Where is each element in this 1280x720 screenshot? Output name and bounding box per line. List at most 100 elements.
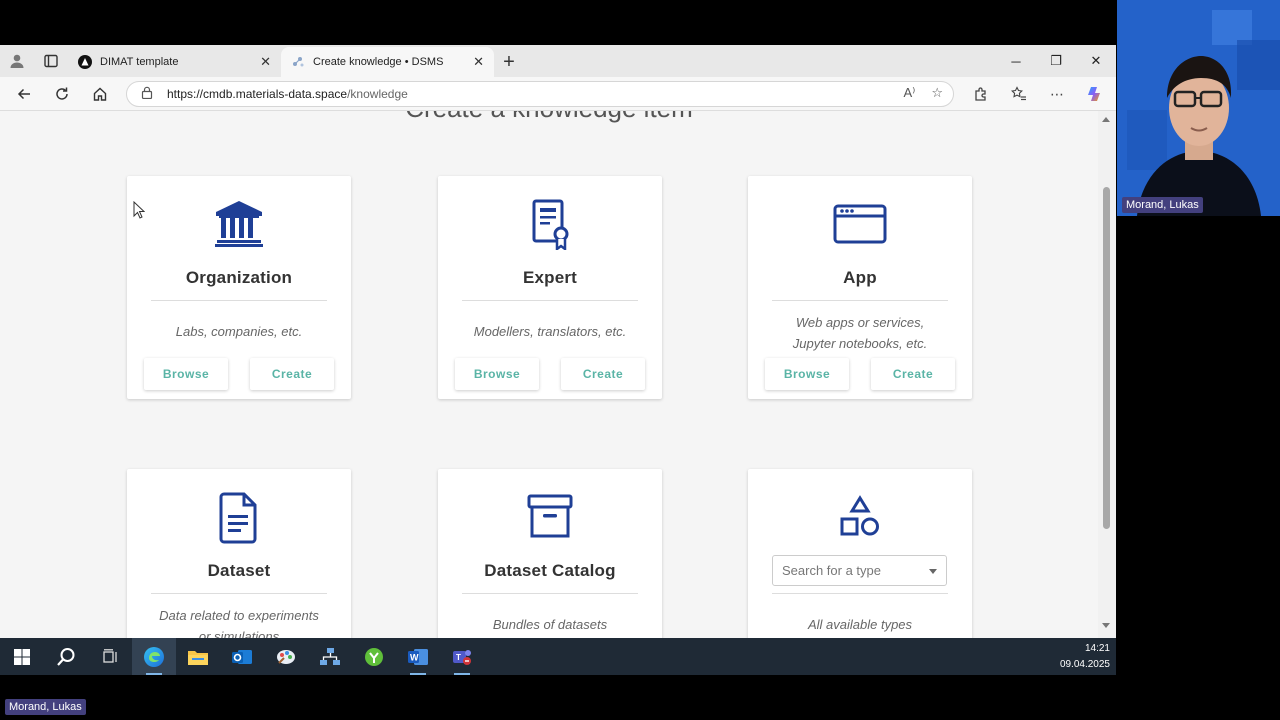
description-line: Web apps or services, — [795, 315, 925, 330]
card-title: Dataset — [207, 561, 271, 580]
browse-app-button[interactable]: Browse — [765, 358, 849, 390]
lock-icon — [141, 86, 153, 102]
create-app-button[interactable]: Create — [871, 358, 955, 390]
dsms-favicon-icon — [291, 55, 305, 69]
url-field[interactable]: https://cmdb.materials-data.space/knowle… — [126, 81, 954, 107]
card-description: Data related to experiments or simulatio… — [127, 605, 351, 638]
close-tab-icon[interactable]: ✕ — [260, 54, 271, 70]
description-line: Bundles of datasets — [492, 617, 608, 632]
web-page: Create a knowledge item Organization Lab… — [0, 111, 1116, 638]
page-scrollbar[interactable] — [1098, 111, 1116, 638]
outlook-icon[interactable] — [220, 638, 264, 675]
type-search-placeholder: Search for a type — [782, 563, 881, 578]
app-green-icon[interactable] — [352, 638, 396, 675]
url-host: https://cmdb.materials-data.space — [167, 87, 348, 101]
description-line: Modellers, translators, etc. — [473, 324, 627, 339]
tab-actions-icon[interactable] — [34, 45, 68, 77]
word-icon[interactable]: W — [396, 638, 440, 675]
mouse-pointer-icon — [133, 200, 146, 224]
description-line: Jupyter notebooks, etc. — [792, 336, 928, 351]
paint-icon[interactable] — [264, 638, 308, 675]
start-icon[interactable] — [0, 638, 44, 675]
create-expert-button[interactable]: Create — [561, 358, 645, 390]
create-organization-button[interactable]: Create — [250, 358, 334, 390]
divider — [772, 593, 948, 594]
card-description: Bundles of datasets — [438, 614, 662, 635]
card-title: App — [843, 268, 877, 287]
edge-icon[interactable] — [132, 638, 176, 675]
card-dataset-catalog: Dataset Catalog Bundles of datasets — [438, 469, 662, 638]
card-description: Modellers, translators, etc. — [438, 321, 662, 342]
shapes-icon — [748, 495, 972, 547]
card-title: Organization — [185, 268, 293, 287]
page-title: Create a knowledge item — [0, 111, 1098, 124]
windows-taskbar: W T 14:21 09.04.2025 — [0, 638, 1116, 675]
video-name-label: Morand, Lukas — [1122, 197, 1203, 213]
browser-tab-bar: DIMAT template ✕ Create knowledge • DSMS… — [0, 45, 1116, 77]
description-line: Labs, companies, etc. — [175, 324, 303, 339]
copilot-icon[interactable] — [1076, 77, 1114, 111]
extensions-icon[interactable] — [962, 77, 1000, 111]
certificate-icon — [438, 198, 662, 250]
tab-dimat-template[interactable]: DIMAT template ✕ — [68, 47, 281, 77]
home-icon[interactable] — [81, 77, 119, 111]
divider — [151, 593, 327, 594]
presenter-name-label: Morand, Lukas — [5, 699, 86, 715]
more-menu-icon[interactable]: ⋯ — [1038, 77, 1076, 111]
card-description: Web apps or services, Jupyter notebooks,… — [748, 312, 972, 354]
file-explorer-icon[interactable] — [176, 638, 220, 675]
scroll-down-icon[interactable] — [1102, 623, 1110, 628]
back-icon[interactable] — [5, 77, 43, 111]
clock-date: 09.04.2025 — [1059, 659, 1110, 670]
restore-icon[interactable]: ❐ — [1036, 45, 1076, 77]
card-title: Dataset Catalog — [484, 561, 616, 580]
browse-organization-button[interactable]: Browse — [144, 358, 228, 390]
tab-title: Create knowledge • DSMS — [313, 56, 444, 68]
divider — [462, 300, 638, 301]
scrollbar-thumb[interactable] — [1103, 187, 1110, 529]
tab-create-knowledge[interactable]: Create knowledge • DSMS ✕ — [281, 47, 494, 77]
dropdown-caret-icon — [929, 569, 937, 574]
teams-icon[interactable]: T — [440, 638, 484, 675]
read-aloud-icon[interactable]: A⁾ — [903, 85, 915, 101]
svg-text:T: T — [456, 653, 461, 662]
card-organization: Organization Labs, companies, etc. Brows… — [127, 176, 351, 399]
card-all-types: Search for a type All available types — [748, 469, 972, 638]
close-tab-icon[interactable]: ✕ — [473, 54, 484, 70]
description-line: Data related to experiments — [159, 608, 319, 623]
address-bar-row: https://cmdb.materials-data.space/knowle… — [0, 77, 1116, 111]
card-dataset: Dataset Data related to experiments or s… — [127, 469, 351, 638]
profile-icon[interactable] — [0, 45, 34, 77]
new-tab-button[interactable]: + — [494, 47, 524, 77]
task-view-icon[interactable] — [88, 638, 132, 675]
participant-person-image — [1117, 0, 1280, 216]
card-title: Expert — [522, 268, 578, 287]
dimat-favicon-icon — [78, 55, 92, 69]
clock-time: 14:21 — [1084, 643, 1110, 654]
participant-video: Morand, Lukas — [1117, 0, 1280, 216]
system-clock[interactable]: 14:21 09.04.2025 — [1060, 641, 1110, 673]
divider — [151, 300, 327, 301]
card-expert: Expert Modellers, translators, etc. Brow… — [438, 176, 662, 399]
divider — [462, 593, 638, 594]
browser-window-icon — [748, 198, 972, 250]
tab-title: DIMAT template — [100, 56, 179, 68]
type-search-select[interactable]: Search for a type — [772, 555, 947, 586]
window-controls: ─ ❐ ✕ — [996, 45, 1116, 77]
card-description: Labs, companies, etc. — [127, 321, 351, 342]
archive-box-icon — [438, 491, 662, 543]
svg-text:W: W — [410, 652, 419, 662]
scroll-up-icon[interactable] — [1102, 117, 1110, 122]
close-window-icon[interactable]: ✕ — [1076, 45, 1116, 77]
refresh-icon[interactable] — [43, 77, 81, 111]
divider — [772, 300, 948, 301]
screen-share: DIMAT template ✕ Create knowledge • DSMS… — [0, 0, 1116, 720]
favorite-star-icon[interactable]: ☆ — [931, 85, 943, 101]
minimize-icon[interactable]: ─ — [996, 45, 1036, 77]
card-app: App Web apps or services, Jupyter notebo… — [748, 176, 972, 399]
search-icon[interactable] — [44, 638, 88, 675]
favorites-icon[interactable] — [1000, 77, 1038, 111]
network-tool-icon[interactable] — [308, 638, 352, 675]
browse-expert-button[interactable]: Browse — [455, 358, 539, 390]
institution-icon — [127, 198, 351, 250]
